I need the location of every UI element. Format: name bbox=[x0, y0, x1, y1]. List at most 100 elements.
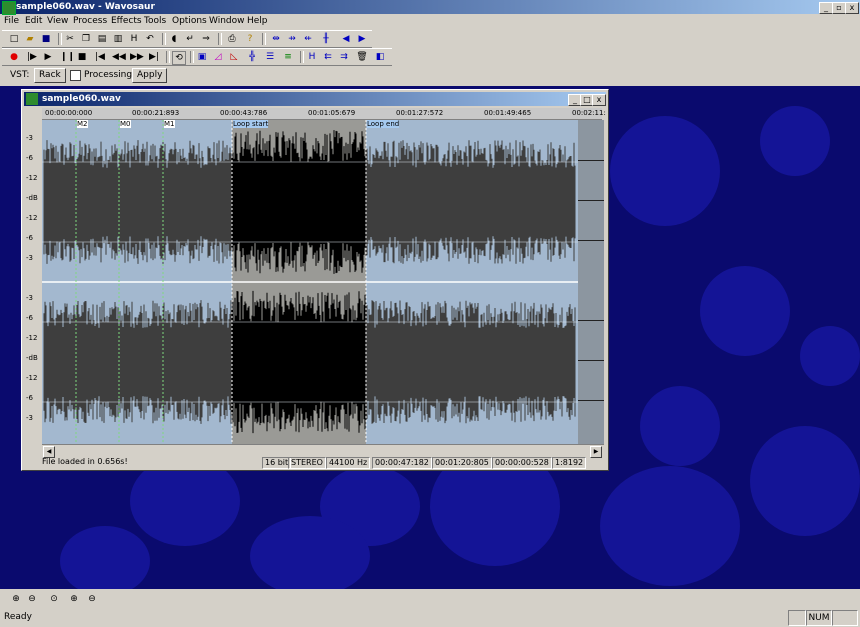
zoom-vertical-out-icon[interactable]: ⊖ bbox=[86, 593, 98, 605]
title-bar: sample060.wav - Wavosaur _ ▫ x bbox=[0, 0, 860, 15]
tick-label: 00:02:11: bbox=[572, 109, 606, 117]
menu-effects[interactable]: Effects bbox=[111, 14, 142, 28]
undo-icon[interactable]: ↶ bbox=[144, 33, 156, 45]
record-icon[interactable]: ● bbox=[8, 51, 20, 63]
time-ruler[interactable]: 00:00:00:000 00:00:21:893 00:00:43:786 0… bbox=[42, 108, 606, 120]
marker-m0[interactable]: M0 bbox=[120, 120, 131, 128]
export-icon[interactable]: ⇒ bbox=[200, 33, 212, 45]
apply-button[interactable]: Apply bbox=[132, 68, 168, 83]
menu-window[interactable]: Window bbox=[209, 14, 245, 28]
vst-label: VST: bbox=[10, 70, 30, 80]
marker-m2[interactable]: M2 bbox=[77, 120, 88, 128]
save-icon[interactable]: ■ bbox=[40, 33, 52, 45]
normalize-icon[interactable]: ▣ bbox=[196, 51, 208, 63]
app-statusbar: Ready NUM bbox=[0, 609, 860, 627]
bit-depth: 16 bit bbox=[262, 457, 292, 469]
move-right-icon[interactable]: ▶ bbox=[356, 33, 368, 45]
trim-icon[interactable]: H bbox=[128, 33, 140, 45]
position-2: 00:01:20:805 bbox=[432, 457, 492, 469]
stop-icon[interactable]: ■ bbox=[76, 51, 88, 63]
num-lock-indicator: NUM bbox=[806, 610, 832, 626]
db-label: -dB bbox=[26, 354, 38, 362]
select-right-icon[interactable]: ⇷ bbox=[302, 33, 314, 45]
tick-label: 00:01:49:465 bbox=[484, 109, 532, 117]
delete-marker-icon[interactable]: 🗑 bbox=[356, 51, 368, 63]
minimize-button[interactable]: _ bbox=[819, 2, 833, 14]
move-left-icon[interactable]: ◀ bbox=[340, 33, 352, 45]
loop-start-marker[interactable]: Loop start bbox=[233, 120, 269, 128]
close-button[interactable]: x bbox=[845, 2, 859, 14]
eq-icon[interactable]: ≡ bbox=[282, 51, 294, 63]
silence-icon[interactable]: ☰ bbox=[264, 51, 276, 63]
speaker-icon[interactable]: ◖ bbox=[168, 33, 180, 45]
main-toolbar: □ ▰ ■ ✂ ❐ ▤ ▥ H ↶ ◖ ↵ ⇒ ⎙ ? ⇹ ⇸ ⇷ ╫ ◀ ▶ bbox=[2, 30, 372, 48]
tick-label: 00:00:00:000 bbox=[45, 109, 93, 117]
paste-new-icon[interactable]: ▥ bbox=[112, 33, 124, 45]
marker-next-icon[interactable]: ⇉ bbox=[338, 51, 350, 63]
menu-view[interactable]: View bbox=[47, 14, 68, 28]
loop-icon[interactable]: ↵ bbox=[184, 33, 196, 45]
select-between-icon[interactable]: ╫ bbox=[320, 33, 332, 45]
db-label: -12 bbox=[26, 374, 38, 382]
fade-out-icon[interactable]: ◺ bbox=[228, 51, 240, 63]
help-icon[interactable]: ? bbox=[244, 33, 256, 45]
paste-icon[interactable]: ▤ bbox=[96, 33, 108, 45]
menu-process[interactable]: Process bbox=[73, 14, 107, 28]
tick-label: 00:00:43:786 bbox=[220, 109, 268, 117]
select-all-icon[interactable]: ⇹ bbox=[270, 33, 282, 45]
zoom-out-icon[interactable]: ⊖ bbox=[26, 593, 38, 605]
processing-label: Processing bbox=[84, 70, 133, 80]
new-icon[interactable]: □ bbox=[8, 33, 20, 45]
rewind-icon[interactable]: ◀◀ bbox=[112, 51, 126, 63]
tick-label: 00:01:05:679 bbox=[308, 109, 356, 117]
go-end-icon[interactable]: ▶| bbox=[148, 51, 160, 63]
play-icon[interactable]: ▶ bbox=[42, 51, 54, 63]
menu-file[interactable]: File bbox=[4, 14, 19, 28]
loop-play-icon[interactable]: ⟲ bbox=[172, 51, 186, 65]
menu-options[interactable]: Options bbox=[172, 14, 207, 28]
window-title: sample060.wav - Wavosaur bbox=[16, 2, 155, 12]
tick-label: 00:01:27:572 bbox=[396, 109, 444, 117]
wave-file-icon bbox=[26, 93, 38, 105]
db-label: -3 bbox=[26, 414, 33, 422]
marker-m1[interactable]: M1 bbox=[164, 120, 175, 128]
menu-tools[interactable]: Tools bbox=[144, 14, 166, 28]
document-title: sample060.wav bbox=[42, 94, 121, 104]
cut-icon[interactable]: ✂ bbox=[64, 33, 76, 45]
zoom-full-icon[interactable]: ⊙ bbox=[48, 593, 60, 605]
doc-close-button[interactable]: x bbox=[592, 94, 606, 106]
copy-icon[interactable]: ❐ bbox=[80, 33, 92, 45]
sample-rate: 44100 Hz bbox=[326, 457, 371, 469]
status-text: Ready bbox=[4, 612, 32, 622]
zoom-level: 1:8192 bbox=[552, 457, 587, 469]
channels: STEREO bbox=[288, 457, 326, 469]
zoom-in-icon[interactable]: ⊕ bbox=[10, 593, 22, 605]
app-icon bbox=[2, 1, 16, 15]
marker-icon[interactable]: H bbox=[306, 51, 318, 63]
menu-edit[interactable]: Edit bbox=[25, 14, 42, 28]
forward-icon[interactable]: ▶▶ bbox=[130, 51, 144, 63]
vst-bar: VST: Rack Processing Apply bbox=[2, 67, 168, 84]
rack-button[interactable]: Rack bbox=[34, 68, 66, 83]
marker-prev-icon[interactable]: ⇇ bbox=[322, 51, 334, 63]
loop-end-marker[interactable]: Loop end bbox=[367, 120, 400, 128]
position-3: 00:00:00:528 bbox=[492, 457, 552, 469]
go-start-icon[interactable]: |◀ bbox=[94, 51, 106, 63]
db-label: -dB bbox=[26, 194, 38, 202]
restore-button[interactable]: ▫ bbox=[832, 2, 846, 14]
processing-checkbox[interactable] bbox=[70, 70, 81, 81]
level-meter-panel bbox=[578, 120, 604, 444]
split-icon[interactable]: ◧ bbox=[374, 51, 386, 63]
play-from-start-icon[interactable]: |▶ bbox=[26, 51, 38, 63]
menu-help[interactable]: Help bbox=[247, 14, 268, 28]
fade-in-icon[interactable]: ◿ bbox=[212, 51, 224, 63]
waveform-view[interactable]: M2 M0 M1 Loop start Loop end bbox=[42, 120, 578, 444]
print-icon[interactable]: ⎙ bbox=[226, 33, 238, 45]
select-left-icon[interactable]: ⇸ bbox=[286, 33, 298, 45]
pause-icon[interactable]: ❙❙ bbox=[60, 51, 75, 63]
status-message: File loaded in 0.656s! bbox=[42, 457, 128, 466]
zoom-vertical-in-icon[interactable]: ⊕ bbox=[68, 593, 80, 605]
db-scale: -3 -6 -12 -dB -12 -6 -3 -3 -6 -12 -dB -1… bbox=[24, 120, 42, 444]
mix-icon[interactable]: ╬ bbox=[246, 51, 258, 63]
open-icon[interactable]: ▰ bbox=[24, 33, 36, 45]
